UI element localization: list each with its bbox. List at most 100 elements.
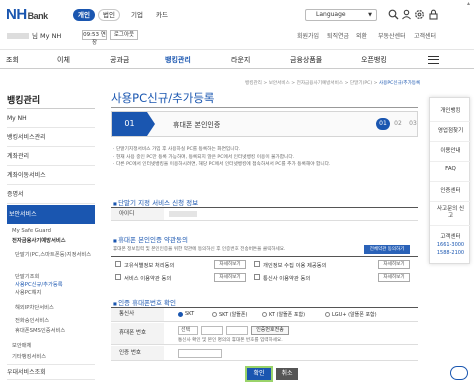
menu-icon[interactable]	[428, 56, 439, 64]
step-dot-2: 02	[394, 120, 402, 127]
consent-note: 휴대폰 정보입력 및 본인인증을 위한 약관에 동의하신 후 인증번호 전송버튼…	[113, 247, 286, 252]
carrier-label: 통신사	[111, 308, 164, 321]
consent-label-2: 개인정보 수집 이용 제공동의	[263, 263, 327, 269]
top-bar: NHBank 개인 법인 기업 카드 Language ▼ ▴	[0, 0, 474, 28]
sidebar-item-account-transfer[interactable]: 계좌이동서비스	[7, 166, 95, 185]
session-extend-button[interactable]: 09:53 연장	[82, 30, 107, 46]
quick-customer-center[interactable]: 고객센터	[430, 232, 471, 242]
segment-card[interactable]: 카드	[154, 9, 170, 21]
phone-last-input[interactable]	[226, 326, 248, 335]
view-detail-button-4[interactable]: 자세히보기	[378, 273, 410, 282]
masked-id	[169, 211, 197, 217]
phone-middle-input[interactable]	[201, 326, 223, 335]
view-detail-button-3[interactable]: 자세히보기	[214, 273, 246, 282]
lock-icon[interactable]	[428, 9, 439, 20]
sidebar-sub-sms-auth[interactable]: 휴대폰SMS인증서비스	[15, 326, 65, 334]
sidebar-sub-ip-block[interactable]: 해외IP차단서비스	[15, 303, 54, 311]
sidebar-sub-device-designation[interactable]: 단말기(PC,스마트폰등)지정서비스	[15, 250, 95, 258]
carrier-radio-lgu[interactable]	[325, 312, 330, 317]
code-label: 인증 번호	[111, 346, 164, 360]
table-row: 아이디	[111, 208, 418, 221]
sidebar-sub-safe-guard[interactable]: My Safe Guard	[12, 228, 51, 234]
cancel-button[interactable]: 취소	[276, 368, 298, 380]
consent-checkbox-1[interactable]	[115, 261, 121, 267]
sidebar-sub-pc-cancel[interactable]: 사용PC해지	[15, 288, 41, 296]
sidebar-sub-device-inquiry[interactable]: 단말기조회	[15, 272, 39, 280]
logout-button[interactable]: 로그아웃	[110, 30, 138, 40]
carrier-label-lgu: LGU+ (알뜰폰 포함)	[332, 312, 377, 318]
quick-branch-finder[interactable]: 영업점찾기	[430, 126, 471, 142]
language-select[interactable]: Language ▼	[305, 9, 377, 21]
segment-personal[interactable]: 개인	[73, 9, 95, 21]
sidebar-item-banking-service[interactable]: 뱅킹서비스관리	[7, 128, 95, 147]
util-link-pension[interactable]: 퇴직연금	[327, 31, 349, 40]
quick-cert-center[interactable]: 인증센터	[430, 186, 471, 202]
consent-checkbox-4[interactable]	[254, 274, 260, 280]
step-indicator: 01 휴대폰 본인인증 01 02 03	[111, 111, 418, 137]
agree-all-button[interactable]: 전체약관 동의하기	[364, 245, 410, 254]
phone-note: 통신사 확인 및 본인 명의의 휴대폰 번호를 입력하세요.	[178, 338, 283, 343]
sidebar-sub-other-banking[interactable]: 기타뱅킹서비스	[12, 352, 46, 360]
quick-personal-banking[interactable]: 개인뱅킹	[430, 106, 471, 122]
sidebar-sub-security-media[interactable]: 보안매체	[12, 341, 32, 349]
consent-checkbox-3[interactable]	[115, 274, 121, 280]
divider	[111, 107, 418, 108]
nav-transfer[interactable]: 이체	[57, 55, 70, 65]
view-detail-button-1[interactable]: 자세히보기	[214, 260, 246, 269]
sidebar-item-certificate[interactable]: 증명서	[7, 185, 95, 204]
carrier-label-skt: SKT	[185, 311, 195, 317]
sidebar-sub-phone-approval[interactable]: 전화승인서비스	[15, 316, 49, 324]
consent-label-3: 서비스 이용약관 동의	[124, 276, 172, 282]
chat-icon[interactable]	[450, 366, 468, 380]
sidebar-sub-fraud-prevention[interactable]: 전자금융사기예방서비스	[12, 236, 66, 244]
breadcrumb-item[interactable]: 전자금융사기예방서비스	[297, 81, 344, 86]
util-link-signup[interactable]: 회원가입	[297, 31, 319, 40]
phone-prefix-select[interactable]: 선택	[178, 326, 198, 335]
notice-item: · 다른 PC에서 인터넷뱅킹을 이용하시려면, 해당 PC에서 인터넷뱅킹에 …	[113, 162, 331, 168]
scrollbar-up-arrow[interactable]: ▴	[467, 0, 474, 7]
quick-incident-report[interactable]: 사고문의 신고	[430, 206, 471, 226]
view-detail-button-2[interactable]: 자세히보기	[378, 260, 410, 269]
user-icon[interactable]	[401, 9, 412, 20]
auth-code-input[interactable]	[178, 349, 222, 358]
consent-checkbox-2[interactable]	[254, 261, 260, 267]
send-code-button[interactable]: 인증번호전송	[251, 326, 289, 335]
util-link-realestate[interactable]: 부동산센터	[378, 31, 406, 40]
quick-menu: 개인뱅킹 영업점찾기 이용안내 FAQ 인증센터 사고문의 신고 고객센터 16…	[429, 97, 471, 264]
nav-open-banking[interactable]: 오픈뱅킹	[361, 55, 387, 65]
settings-icon[interactable]	[414, 9, 425, 20]
sidebar-item-security[interactable]: 보안서비스	[7, 205, 95, 224]
carrier-radio-skt-mvno[interactable]	[212, 312, 217, 317]
carrier-radio-skt[interactable]	[178, 312, 183, 317]
step-dot-3: 03	[409, 120, 417, 127]
breadcrumb-item[interactable]: 뱅킹관리	[245, 81, 262, 86]
nav-inquiry[interactable]: 조회	[6, 55, 19, 65]
util-link-forex[interactable]: 외환	[356, 31, 367, 40]
breadcrumb-item[interactable]: 단말기(PC)	[350, 81, 372, 86]
nav-banking-management[interactable]: 뱅킹관리	[165, 55, 191, 65]
page-title: 사용PC신규/추가등록	[111, 91, 215, 105]
divider	[111, 256, 418, 257]
breadcrumb-current: 사용PC신규/추가등록	[378, 81, 421, 86]
nav-financial-products[interactable]: 금융상품몰	[290, 55, 322, 65]
carrier-radio-kt[interactable]	[262, 312, 267, 317]
nh-bank-logo[interactable]: NHBank	[6, 6, 48, 23]
segment-business[interactable]: 기업	[128, 9, 146, 21]
quick-guide[interactable]: 이용안내	[430, 146, 471, 162]
breadcrumb-item[interactable]: 보안서비스	[269, 81, 290, 86]
nav-lounge[interactable]: 라운지	[231, 55, 250, 65]
consent-label-1: 고유식별정보 처리동의	[124, 263, 175, 269]
util-link-customer-center[interactable]: 고객센터	[414, 31, 436, 40]
nav-utility-bills[interactable]: 공과금	[110, 55, 129, 65]
sidebar-sub-pc-register[interactable]: 사용PC신규/추가등록	[15, 280, 63, 288]
main-navigation: 조회 이체 공과금 뱅킹관리 라운지 금융상품몰 오픈뱅킹	[0, 49, 474, 69]
sidebar-item-vip-inquiry[interactable]: 우대서비스조회	[7, 364, 95, 380]
notice-item: · 현재 사용 중인 PC만 등록 가능하며, 등록되지 않은 PC에서 인터넷…	[113, 154, 295, 160]
sidebar-item-my-nh[interactable]: My NH	[7, 109, 95, 128]
search-icon[interactable]	[388, 9, 399, 20]
sidebar-item-account[interactable]: 계좌관리	[7, 147, 95, 166]
quick-faq[interactable]: FAQ	[430, 166, 471, 182]
confirm-button[interactable]: 확인	[245, 366, 273, 382]
segment-corporate[interactable]: 법인	[98, 9, 120, 21]
username[interactable]: 님 My NH	[7, 30, 61, 40]
